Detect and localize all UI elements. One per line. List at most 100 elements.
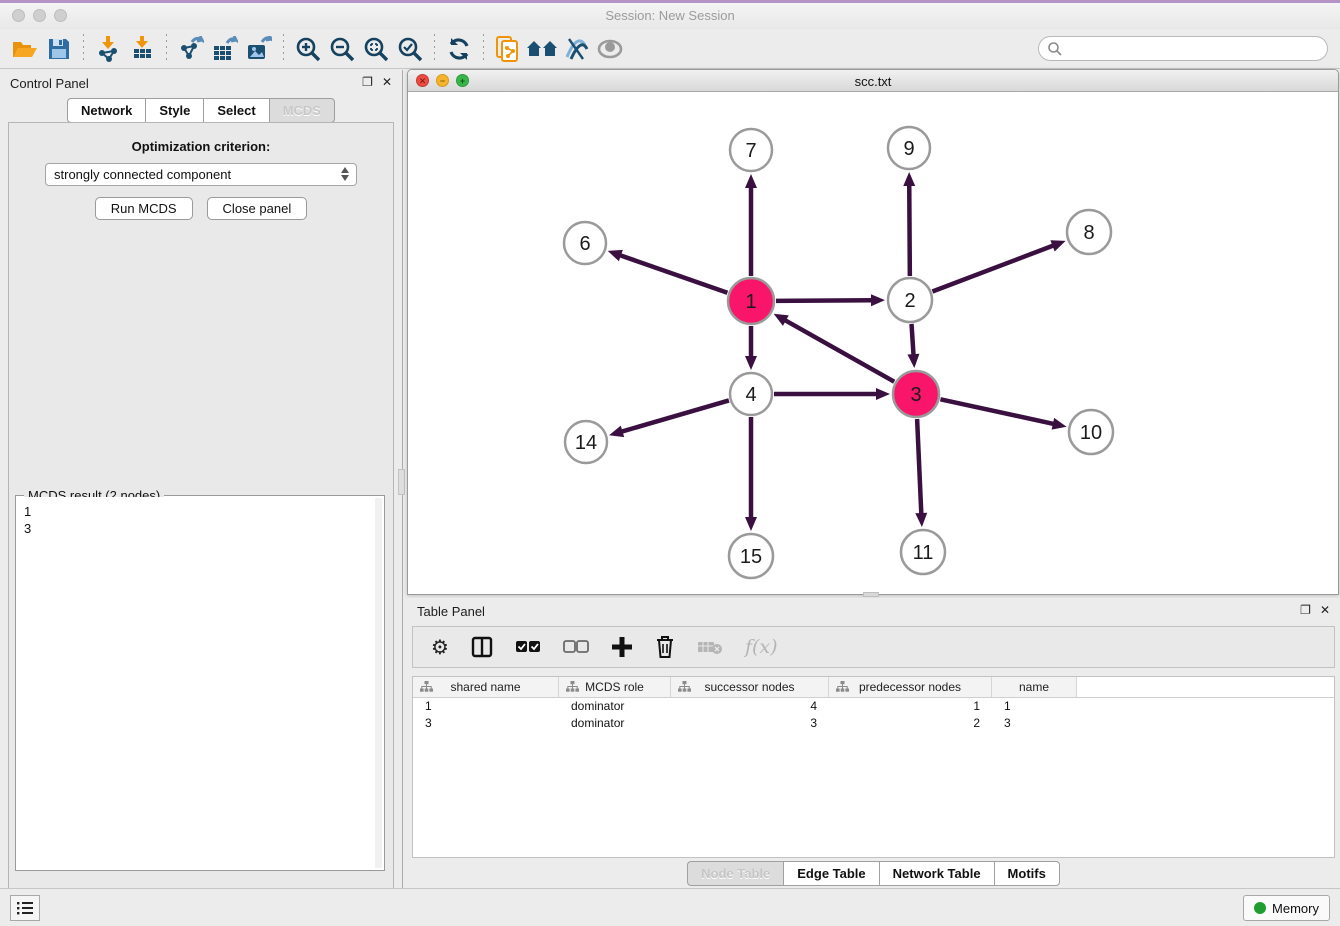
table-cell[interactable]: dominator bbox=[559, 698, 671, 715]
column-header-successor-nodes[interactable]: successor nodes bbox=[671, 677, 829, 697]
mcds-result-text[interactable]: 1 3 bbox=[17, 497, 383, 869]
statusbar: Memory bbox=[0, 888, 1340, 926]
table-cell[interactable]: 2 bbox=[829, 715, 992, 732]
table-cell[interactable]: 4 bbox=[671, 698, 829, 715]
table-cell[interactable]: 3 bbox=[992, 715, 1077, 732]
control-panel: Control Panel ❐ ✕ Network Style Select M… bbox=[0, 70, 403, 891]
new-network-from-selection-button[interactable] bbox=[491, 33, 525, 65]
graph-edge-2-9[interactable] bbox=[909, 184, 910, 276]
table-cell[interactable]: 1 bbox=[413, 698, 559, 715]
close-panel-button[interactable]: Close panel bbox=[207, 197, 308, 220]
graph-edge-arrowhead bbox=[609, 426, 624, 438]
import-network-button[interactable] bbox=[91, 33, 125, 65]
graph-edge-1-6[interactable] bbox=[619, 255, 727, 293]
result-line: 3 bbox=[24, 520, 381, 537]
graph-node-label: 10 bbox=[1080, 422, 1102, 444]
toggle-columns-icon[interactable] bbox=[471, 636, 493, 658]
tab-motifs[interactable]: Motifs bbox=[994, 861, 1060, 886]
save-icon bbox=[48, 38, 70, 60]
table-settings-icon[interactable]: ⚙ bbox=[431, 635, 449, 659]
import-table-button[interactable] bbox=[125, 33, 159, 65]
export-image-button[interactable] bbox=[242, 33, 276, 65]
graph-edge-arrowhead bbox=[608, 250, 623, 261]
task-history-button[interactable] bbox=[10, 895, 40, 921]
show-all-button[interactable] bbox=[593, 33, 627, 65]
tab-node-table[interactable]: Node Table bbox=[687, 861, 783, 886]
column-header-mcds-role[interactable]: MCDS role bbox=[559, 677, 671, 697]
graph-node-label: 7 bbox=[745, 140, 756, 162]
first-neighbors-button[interactable] bbox=[525, 33, 559, 65]
criterion-select[interactable]: strongly connected component bbox=[45, 163, 357, 186]
graph-edge-4-14[interactable] bbox=[621, 400, 729, 432]
hide-selected-button[interactable] bbox=[559, 33, 593, 65]
float-table-panel-icon[interactable]: ❐ bbox=[1300, 604, 1311, 617]
delete-row-icon[interactable] bbox=[655, 635, 675, 659]
export-table-icon bbox=[212, 36, 238, 62]
graph-edge-2-8[interactable] bbox=[932, 245, 1054, 291]
zoom-out-button[interactable] bbox=[325, 33, 359, 65]
float-panel-icon[interactable]: ❐ bbox=[362, 76, 373, 89]
criterion-select-value: strongly connected component bbox=[54, 167, 231, 182]
open-session-button[interactable] bbox=[8, 33, 42, 65]
zoom-selected-button[interactable] bbox=[393, 33, 427, 65]
memory-button[interactable]: Memory bbox=[1243, 895, 1330, 921]
close-panel-icon[interactable]: ✕ bbox=[382, 76, 392, 89]
network-graph[interactable]: 1234678910111415 bbox=[408, 92, 1338, 594]
graph-edge-3-1[interactable] bbox=[784, 320, 894, 382]
graph-edge-arrowhead bbox=[907, 354, 919, 368]
tab-mcds[interactable]: MCDS bbox=[269, 98, 335, 123]
eye-icon bbox=[596, 38, 624, 60]
window-title: Session: New Session bbox=[0, 8, 1340, 23]
table-row[interactable]: 3dominator323 bbox=[413, 715, 1334, 732]
open-folder-icon bbox=[12, 38, 38, 60]
refresh-layout-button[interactable] bbox=[442, 33, 476, 65]
graph-edge-1-2[interactable] bbox=[776, 300, 873, 301]
table-panel-title: Table Panel bbox=[417, 604, 485, 619]
search-input[interactable] bbox=[1038, 36, 1328, 61]
graph-edge-3-10[interactable] bbox=[940, 399, 1054, 424]
delete-table-icon bbox=[697, 639, 723, 655]
table-cell[interactable]: dominator bbox=[559, 715, 671, 732]
tab-select[interactable]: Select bbox=[203, 98, 268, 123]
function-builder-icon: f(x) bbox=[745, 636, 778, 658]
save-session-button[interactable] bbox=[42, 33, 76, 65]
run-mcds-button[interactable]: Run MCDS bbox=[95, 197, 193, 220]
import-table-icon bbox=[130, 36, 154, 62]
network-canvas[interactable]: 1234678910111415 bbox=[408, 92, 1338, 594]
column-header-shared-name[interactable]: shared name bbox=[413, 677, 559, 697]
tab-network-table[interactable]: Network Table bbox=[879, 861, 994, 886]
tab-edge-table[interactable]: Edge Table bbox=[783, 861, 878, 886]
table-cell[interactable]: 1 bbox=[829, 698, 992, 715]
graph-node-label: 15 bbox=[740, 546, 762, 568]
add-row-icon[interactable] bbox=[611, 636, 633, 658]
network-splitter-handle[interactable] bbox=[863, 592, 879, 597]
graph-edge-2-3[interactable] bbox=[912, 324, 914, 356]
export-table-button[interactable] bbox=[208, 33, 242, 65]
table-cell[interactable]: 3 bbox=[413, 715, 559, 732]
copy-network-icon bbox=[495, 35, 521, 63]
zoom-in-button[interactable] bbox=[291, 33, 325, 65]
main-toolbar bbox=[0, 29, 1340, 69]
zoom-fit-button[interactable] bbox=[359, 33, 393, 65]
toolbar-separator bbox=[483, 34, 484, 64]
table-cell[interactable]: 3 bbox=[671, 715, 829, 732]
tab-style[interactable]: Style bbox=[145, 98, 203, 123]
graph-edge-arrowhead bbox=[745, 174, 757, 188]
network-window-titlebar[interactable]: ✕ − + scc.txt bbox=[408, 70, 1338, 92]
close-table-panel-icon[interactable]: ✕ bbox=[1320, 604, 1330, 617]
column-label: MCDS role bbox=[585, 680, 644, 694]
table-row[interactable]: 1dominator411 bbox=[413, 698, 1334, 715]
column-header-predecessor-nodes[interactable]: predecessor nodes bbox=[829, 677, 992, 697]
graph-edge-3-11[interactable] bbox=[917, 419, 921, 515]
select-all-icon[interactable] bbox=[515, 640, 541, 654]
vertical-splitter-handle[interactable] bbox=[398, 469, 405, 495]
table-cell[interactable]: 1 bbox=[992, 698, 1077, 715]
memory-status-icon bbox=[1254, 902, 1266, 914]
export-network-button[interactable] bbox=[174, 33, 208, 65]
tab-network[interactable]: Network bbox=[67, 98, 145, 123]
mcds-panel: Optimization criterion: strongly connect… bbox=[8, 122, 394, 889]
clear-selection-icon[interactable] bbox=[563, 640, 589, 654]
graph-node-label: 8 bbox=[1083, 222, 1094, 244]
column-header-name[interactable]: name bbox=[992, 677, 1077, 697]
result-scrollbar[interactable] bbox=[375, 498, 382, 868]
